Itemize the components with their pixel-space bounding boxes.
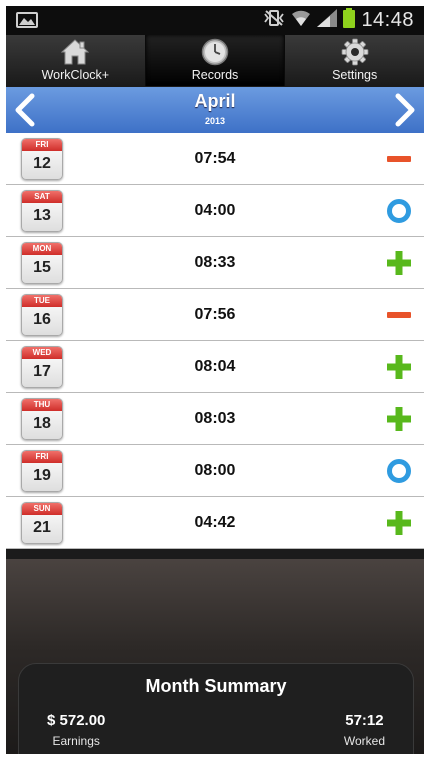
earnings-value: $ 572.00: [47, 712, 106, 729]
tab-label: Records: [191, 68, 239, 82]
record-row[interactable]: THU 18 08:03: [6, 393, 424, 445]
circle-icon: [386, 198, 412, 224]
month-name: April: [194, 91, 236, 111]
record-time: 08:00: [194, 462, 236, 479]
app-frame: 14:48 WorkClock+ Records Settings April …: [6, 6, 424, 754]
minus-icon: [386, 302, 412, 328]
record-row[interactable]: WED 17 08:04: [6, 341, 424, 393]
minus-icon: [386, 146, 412, 172]
gear-icon: [341, 38, 369, 66]
record-time: 08:03: [194, 410, 236, 427]
chevron-right-icon: [395, 93, 415, 127]
tab-label: WorkClock+: [41, 68, 110, 82]
record-row[interactable]: FRI 12 07:54: [6, 133, 424, 185]
plus-icon: [386, 406, 412, 432]
tab-workclock[interactable]: WorkClock+: [6, 35, 146, 86]
prev-month-button[interactable]: [12, 93, 38, 127]
records-list: FRI 12 07:54 SAT 13 04:00 MON 15 08:33 TUE 16 07:56…: [6, 133, 424, 549]
summary-title: Month Summary: [145, 676, 287, 696]
record-time: 08:33: [194, 254, 236, 271]
record-row[interactable]: MON 15 08:33: [6, 237, 424, 289]
worked-value: 57:12: [345, 712, 384, 729]
record-time: 07:56: [194, 306, 236, 323]
battery-icon: [343, 8, 356, 33]
earnings-block: $ 572.00 Earnings: [47, 712, 105, 748]
worked-label: Worked: [343, 734, 385, 748]
next-month-button[interactable]: [392, 93, 418, 127]
clock-icon: [201, 38, 229, 66]
signal-icon: [317, 9, 338, 32]
month-year: 2013: [204, 116, 226, 126]
record-time: 04:00: [194, 202, 236, 219]
home-icon: [61, 38, 90, 66]
picture-icon: [16, 12, 38, 28]
month-header: April 2013: [6, 87, 424, 134]
record-row[interactable]: SAT 13 04:00: [6, 185, 424, 237]
month-summary-card: Month Summary $ 572.00 Earnings 57:12 Wo…: [18, 663, 414, 754]
chevron-left-icon: [15, 93, 35, 127]
bottom-panel: Month Summary $ 572.00 Earnings 57:12 Wo…: [6, 559, 424, 754]
tab-settings[interactable]: Settings: [285, 35, 424, 86]
record-row[interactable]: SUN 21 04:42: [6, 497, 424, 549]
tab-records[interactable]: Records: [145, 35, 286, 86]
record-row[interactable]: TUE 16 07:56: [6, 289, 424, 341]
record-row[interactable]: FRI 19 08:00: [6, 445, 424, 497]
vibrate-mute-icon: [263, 9, 285, 32]
status-bar: 14:48: [6, 6, 424, 35]
plus-icon: [386, 510, 412, 536]
tab-label: Settings: [332, 68, 378, 82]
worked-block: 57:12 Worked: [344, 712, 385, 748]
tab-bar: WorkClock+ Records Settings: [6, 35, 424, 86]
earnings-label: Earnings: [52, 734, 100, 748]
record-time: 07:54: [194, 150, 236, 167]
record-time: 08:04: [194, 358, 236, 375]
plus-icon: [386, 354, 412, 380]
circle-icon: [386, 458, 412, 484]
clock-time: 14:48: [361, 9, 414, 31]
plus-icon: [386, 250, 412, 276]
record-time: 04:42: [194, 514, 236, 531]
wifi-icon: [291, 9, 311, 32]
